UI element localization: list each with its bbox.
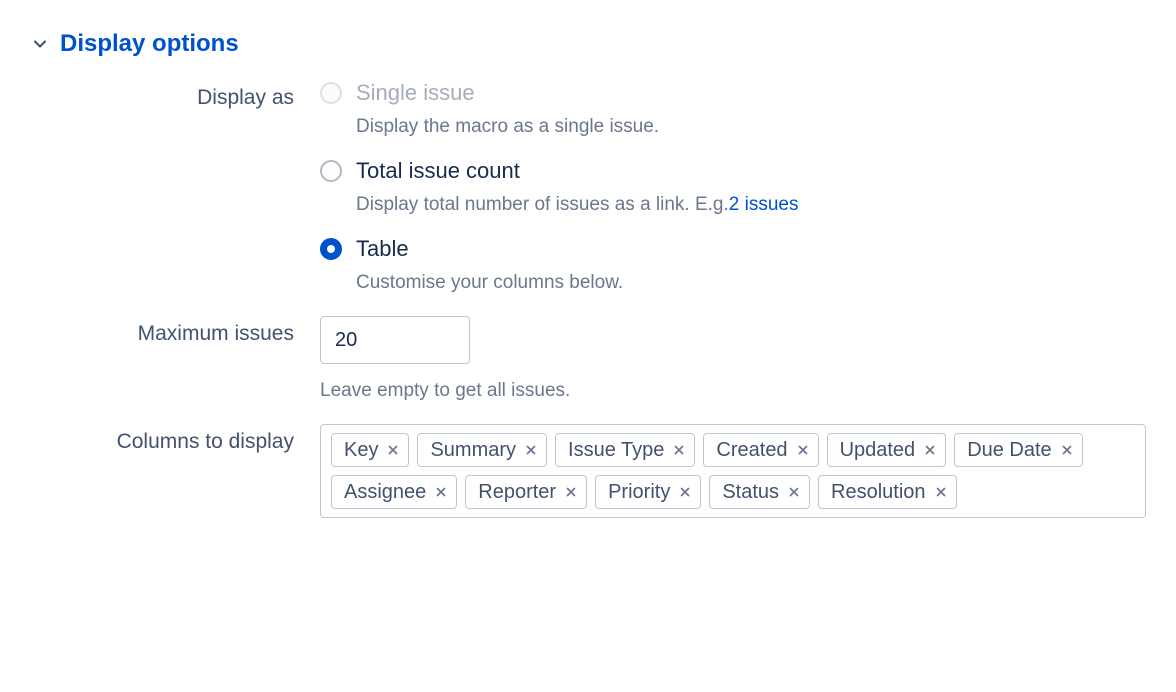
close-icon[interactable]: [794, 441, 812, 459]
close-icon[interactable]: [932, 483, 950, 501]
radio-table-label: Table: [356, 236, 409, 262]
column-tag-label: Issue Type: [568, 439, 664, 462]
radio-single-issue: [320, 82, 342, 104]
columns-to-display-input[interactable]: Key Summary Issue Type Created Updated Due Da…: [320, 424, 1146, 518]
column-tag: Summary: [417, 433, 547, 467]
radio-total-issue-count-label: Total issue count: [356, 158, 520, 184]
section-title: Display options: [60, 30, 239, 58]
close-icon[interactable]: [670, 441, 688, 459]
column-tag-label: Created: [716, 439, 787, 462]
close-icon[interactable]: [384, 441, 402, 459]
column-tag: Status: [709, 475, 810, 509]
close-icon[interactable]: [562, 483, 580, 501]
column-tag-label: Summary: [430, 439, 516, 462]
close-icon[interactable]: [785, 483, 803, 501]
radio-single-issue-desc: Display the macro as a single issue.: [356, 116, 1146, 138]
radio-option-count: Total issue count Display total number o…: [320, 158, 1146, 216]
column-tag-label: Status: [722, 481, 779, 504]
column-tag: Assignee: [331, 475, 457, 509]
example-issues-link[interactable]: 2 issues: [729, 194, 799, 215]
maximum-issues-hint: Leave empty to get all issues.: [320, 380, 1146, 402]
column-tag: Created: [703, 433, 818, 467]
column-tag-label: Updated: [840, 439, 916, 462]
column-tag-label: Reporter: [478, 481, 556, 504]
radio-option-table: Table Customise your columns below.: [320, 236, 1146, 294]
radio-total-issue-count-desc: Display total number of issues as a link…: [356, 194, 1146, 216]
radio-table-desc: Customise your columns below.: [356, 272, 1146, 294]
display-options-toggle[interactable]: Display options: [30, 30, 1146, 58]
desc-prefix: Display total number of issues as a link…: [356, 194, 729, 215]
column-tag-label: Priority: [608, 481, 670, 504]
chevron-down-icon: [30, 34, 50, 54]
close-icon[interactable]: [676, 483, 694, 501]
maximum-issues-label: Maximum issues: [30, 316, 320, 346]
column-tag: Key: [331, 433, 409, 467]
column-tag-label: Key: [344, 439, 378, 462]
close-icon[interactable]: [921, 441, 939, 459]
column-tag: Updated: [827, 433, 947, 467]
display-as-label: Display as: [30, 80, 320, 110]
column-tag: Issue Type: [555, 433, 695, 467]
radio-table[interactable]: [320, 238, 342, 260]
radio-total-issue-count[interactable]: [320, 160, 342, 182]
column-tag-label: Assignee: [344, 481, 426, 504]
column-tag: Reporter: [465, 475, 587, 509]
radio-option-single: Single issue Display the macro as a sing…: [320, 80, 1146, 138]
column-tag: Due Date: [954, 433, 1083, 467]
column-tag: Priority: [595, 475, 701, 509]
columns-to-display-label: Columns to display: [30, 424, 320, 454]
maximum-issues-input[interactable]: [320, 316, 470, 364]
column-tag: Resolution: [818, 475, 957, 509]
close-icon[interactable]: [522, 441, 540, 459]
close-icon[interactable]: [1058, 441, 1076, 459]
close-icon[interactable]: [432, 483, 450, 501]
column-tag-label: Due Date: [967, 439, 1052, 462]
radio-single-issue-label: Single issue: [356, 80, 475, 106]
column-tag-label: Resolution: [831, 481, 926, 504]
